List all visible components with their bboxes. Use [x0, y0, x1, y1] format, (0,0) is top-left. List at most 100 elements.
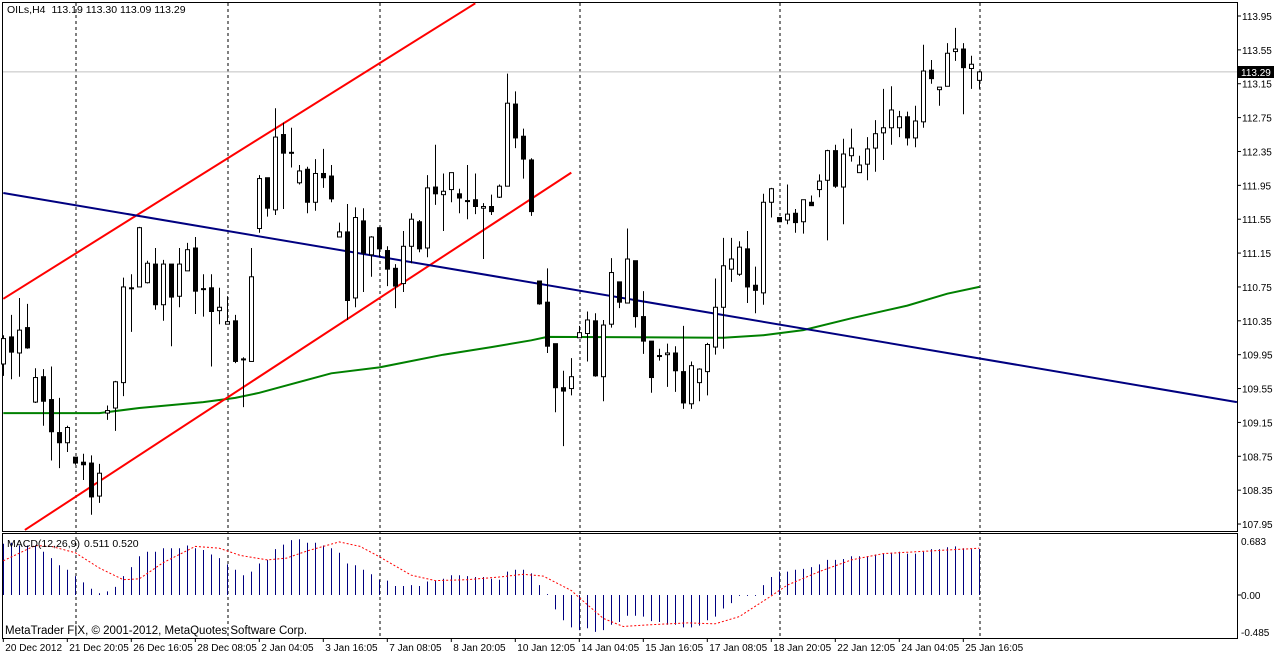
candle-down: [809, 201, 814, 207]
candle-down: [593, 320, 598, 377]
candle-up: [33, 377, 38, 403]
copyright-text: MetaTrader FIX, © 2001-2012, MetaQuotes …: [5, 625, 307, 637]
macd-axis-label: -0.485: [1241, 628, 1270, 639]
candle-down: [489, 206, 494, 213]
candle-up: [841, 153, 846, 188]
candle-up: [897, 116, 902, 129]
candle-down: [89, 462, 94, 498]
candle-up: [953, 48, 958, 53]
candle-up: [145, 262, 150, 284]
chart-symbol: OILs,H4 113.19 113.30 113.09 113.29: [7, 4, 186, 16]
candle-up: [945, 52, 950, 87]
time-label: 14 Jan 04:05: [581, 643, 639, 654]
candle-up: [849, 147, 854, 157]
candle-up: [225, 321, 230, 325]
candle-down: [57, 432, 62, 444]
candle-up: [569, 376, 574, 390]
candle-down: [321, 172, 326, 179]
candle-down: [305, 168, 310, 203]
candle-down: [545, 301, 550, 347]
price-label: 110.35: [1242, 317, 1272, 328]
candle-up: [817, 180, 822, 191]
candle-up: [913, 120, 918, 139]
candle-up: [609, 272, 614, 325]
candle-down: [169, 263, 174, 298]
candle-up: [729, 258, 734, 270]
candle-down: [633, 260, 638, 318]
time-label: 8 Jan 20:05: [453, 643, 506, 654]
candle-down: [41, 376, 46, 402]
candle-down: [905, 116, 910, 139]
macd-axis-label: 0.00: [1241, 591, 1261, 602]
candle-up: [857, 164, 862, 174]
candle-up: [313, 172, 318, 203]
candle-down: [361, 220, 366, 254]
candle-down: [49, 399, 54, 433]
candle-up: [465, 200, 470, 203]
candle-up: [65, 426, 70, 444]
candle-up: [17, 329, 22, 354]
price-label: 109.95: [1242, 351, 1273, 362]
candle-down: [793, 212, 798, 224]
candle-down: [473, 199, 478, 208]
candle-up: [441, 190, 446, 196]
candle-up: [273, 136, 278, 211]
time-label: 20 Dec 2012: [5, 643, 62, 654]
candle-down: [457, 193, 462, 199]
price-label: 112.75: [1242, 114, 1272, 125]
candle-down: [641, 316, 646, 342]
candle-down: [9, 336, 14, 353]
time-label: 7 Jan 08:05: [389, 643, 442, 654]
candle-down: [433, 186, 438, 195]
candle-up: [249, 276, 254, 362]
time-label: 28 Dec 08:05: [197, 643, 257, 654]
candle-down: [513, 103, 518, 139]
price-label: 108.35: [1242, 486, 1273, 497]
time-label: 18 Jan 20:05: [773, 643, 831, 654]
candle-up: [585, 319, 590, 335]
candle-up: [713, 306, 718, 348]
price-label: 109.15: [1242, 418, 1273, 429]
candle-up: [129, 287, 134, 290]
macd-name: MACD(12,26,9): [7, 538, 80, 550]
candle-down: [265, 177, 270, 209]
candle-up: [409, 218, 414, 247]
price-label: 112.35: [1242, 147, 1272, 158]
candle-up: [761, 201, 766, 294]
trading-chart[interactable]: 113.95 113.55 113.15 112.75 112.35 111.95 111.…: [0, 0, 1274, 655]
time-label: 21 Dec 20:05: [69, 643, 129, 654]
candle-up: [769, 188, 774, 203]
time-label: 10 Jan 12:05: [517, 643, 575, 654]
candle-up: [505, 102, 510, 187]
candle-up: [601, 324, 606, 378]
candle-up: [689, 365, 694, 405]
candle-down: [929, 69, 934, 80]
candle-up: [873, 133, 878, 149]
time-label: 3 Jan 16:05: [325, 643, 378, 654]
candle-down: [777, 217, 782, 223]
price-label: 110.75: [1242, 283, 1272, 294]
price-label: 107.95: [1242, 520, 1273, 531]
price-label: 113.95: [1242, 12, 1272, 23]
candle-up: [481, 206, 486, 209]
candle-down: [561, 387, 566, 392]
time-label: 24 Jan 04:05: [901, 643, 959, 654]
candle-down: [73, 456, 78, 464]
current-price-label: 113.29: [1241, 68, 1271, 79]
candle-up: [937, 86, 942, 91]
macd-axis-label: 0.683: [1241, 537, 1266, 548]
candle-up: [1, 338, 6, 365]
time-label: 2 Jan 04:05: [261, 643, 314, 654]
candle-down: [81, 461, 86, 466]
candle-down: [753, 284, 758, 291]
candle-down: [209, 287, 214, 312]
candle-down: [25, 327, 30, 349]
candle-up: [337, 231, 342, 238]
time-label: 25 Jan 16:05: [965, 643, 1023, 654]
candle-up: [577, 332, 582, 339]
candle-up: [657, 355, 662, 358]
candle-up: [401, 245, 406, 285]
candle-down: [153, 263, 158, 306]
candle-up: [705, 344, 710, 373]
ohlc-values: 113.19 113.30 113.09 113.29: [52, 4, 186, 16]
